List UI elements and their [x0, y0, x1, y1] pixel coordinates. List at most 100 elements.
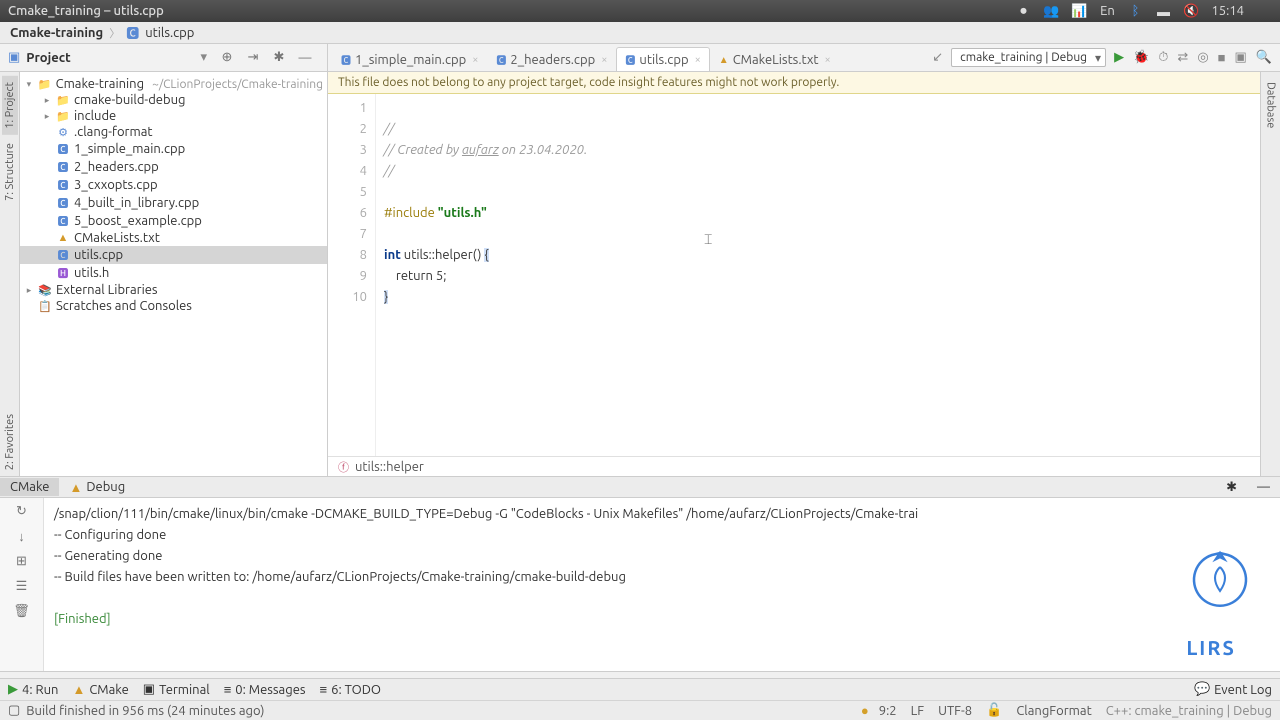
arrow-icon[interactable]: ▸: [24, 285, 34, 296]
debug-icon[interactable]: 🐞: [1133, 50, 1149, 65]
status-cmake[interactable]: ▲CMake: [72, 682, 128, 697]
breadcrumb-bar: Cmake-training 〉 🅲 utils.cpp: [0, 22, 1280, 44]
down-icon[interactable]: ↓: [18, 529, 25, 544]
build-config-select[interactable]: cmake_training | Debug: [951, 48, 1106, 67]
chevron-down-icon[interactable]: ▾: [200, 50, 207, 65]
profile-icon[interactable]: ⏱: [1158, 50, 1168, 65]
line-ending[interactable]: LF: [911, 704, 924, 718]
window-title: Cmake_training – utils.cpp: [8, 4, 164, 18]
crumb-label[interactable]: utils::helper: [355, 460, 424, 474]
tree-item[interactable]: 🅲5_boost_example.cpp: [20, 212, 327, 230]
editor-body[interactable]: 12345678910 // // Created by aufarz on 2…: [328, 94, 1260, 456]
item-icon: 🅷: [56, 265, 70, 281]
battery-icon[interactable]: ▬: [1155, 3, 1171, 19]
tree-item[interactable]: ▾📁Cmake-training~/CLionProjects/Cmake-tr…: [20, 76, 327, 92]
file-icon: 🅲: [126, 23, 139, 42]
encoding[interactable]: UTF-8: [938, 704, 972, 718]
tab-cmake[interactable]: CMake: [0, 478, 59, 496]
context[interactable]: C++: cmake_training | Debug: [1106, 704, 1272, 718]
status-todo[interactable]: ≡6: TODO: [320, 682, 381, 697]
editor-tab[interactable]: 🅲utils.cpp×: [616, 47, 709, 71]
arrow-icon[interactable]: ▸: [42, 111, 52, 122]
sync-icon[interactable]: ↙: [932, 50, 943, 65]
cmake-output-panel: ↻ ↓ ⊞ ☰ 🗑 /snap/clion/111/bin/cmake/linu…: [0, 498, 1280, 672]
project-title: Project: [26, 51, 194, 65]
editor-tabs: 🅲1_simple_main.cpp×🅲2_headers.cpp×🅲utils…: [328, 44, 924, 71]
project-tree[interactable]: ▾📁Cmake-training~/CLionProjects/Cmake-tr…: [20, 72, 328, 476]
text-cursor-icon: ⌶: [704, 229, 712, 250]
layout-icon[interactable]: ▣: [1235, 50, 1247, 65]
run-icon[interactable]: ▶: [1114, 50, 1124, 65]
status-terminal[interactable]: ▣Terminal: [143, 682, 210, 697]
apple-icon[interactable]: [1256, 3, 1272, 19]
tree-item[interactable]: 🅲1_simple_main.cpp: [20, 140, 327, 158]
breadcrumb-root[interactable]: Cmake-training: [10, 26, 103, 40]
cursor-pos[interactable]: 9:2: [879, 704, 897, 718]
function-icon: ⓕ: [338, 459, 349, 475]
tab-debug[interactable]: ▲Debug: [59, 478, 135, 497]
record-icon[interactable]: ⏺: [1015, 3, 1031, 19]
read-lock-icon[interactable]: 🔓: [986, 703, 1002, 718]
editor-tab[interactable]: 🅲2_headers.cpp×: [487, 47, 616, 71]
close-icon[interactable]: ×: [601, 54, 607, 66]
tree-item[interactable]: 🅲2_headers.cpp: [20, 158, 327, 176]
search-icon[interactable]: 🔍: [1256, 50, 1272, 65]
item-icon: 🅲: [56, 177, 70, 193]
gear-icon[interactable]: ✱: [1216, 478, 1247, 497]
grid-icon[interactable]: ⊞: [16, 554, 27, 569]
bluetooth-icon[interactable]: ᛒ: [1127, 3, 1143, 19]
left-tool-strip: 1: Project 7: Structure 2: Favorites: [0, 72, 20, 476]
chart-icon[interactable]: 📊: [1071, 3, 1087, 19]
arrow-icon[interactable]: ▾: [24, 79, 34, 90]
hide-icon[interactable]: —: [297, 50, 313, 66]
tree-item[interactable]: 📋Scratches and Consoles: [20, 298, 327, 314]
tree-item[interactable]: ▸📁include: [20, 108, 327, 124]
breadcrumb-file[interactable]: utils.cpp: [145, 26, 194, 40]
tree-item[interactable]: 🅲utils.cpp: [20, 246, 327, 264]
tree-item[interactable]: ▸📚External Libraries: [20, 282, 327, 298]
close-icon[interactable]: ×: [472, 54, 478, 66]
project-panel-header: ▣ Project ▾ ⊕ ⇥ ✱ —: [0, 44, 328, 71]
item-icon: 🅲: [56, 141, 70, 157]
options-icon[interactable]: ☰: [16, 579, 28, 594]
tree-item[interactable]: 🅷utils.h: [20, 264, 327, 282]
file-icon: ▲: [719, 54, 729, 66]
editor-tab[interactable]: 🅲1_simple_main.cpp×: [332, 47, 487, 71]
tree-item[interactable]: ▸📁cmake-build-debug: [20, 92, 327, 108]
target-icon[interactable]: ◎: [1197, 50, 1208, 65]
lang-indicator[interactable]: En: [1099, 3, 1115, 19]
status-indicator[interactable]: ●: [861, 703, 869, 718]
target-icon[interactable]: ⊕: [219, 50, 235, 66]
volume-icon[interactable]: 🔇: [1183, 3, 1199, 19]
tree-item[interactable]: ⚙.clang-format: [20, 124, 327, 140]
tool-tab-structure[interactable]: 7: Structure: [2, 137, 18, 207]
teams-icon[interactable]: 👥: [1043, 3, 1059, 19]
gear-icon[interactable]: ✱: [271, 50, 287, 66]
editor-tab[interactable]: ▲CMakeLists.txt×: [710, 48, 840, 71]
tool-tab-database[interactable]: Database: [1263, 76, 1279, 134]
status-eventlog[interactable]: 💬Event Log: [1194, 682, 1272, 697]
system-tray: ⏺ 👥 📊 En ᛒ ▬ 🔇 15:14: [1015, 3, 1272, 19]
formatter[interactable]: ClangFormat: [1016, 704, 1091, 718]
trash-icon[interactable]: 🗑: [13, 604, 30, 619]
arrow-icon[interactable]: ▸: [42, 95, 52, 106]
tree-item[interactable]: ▲CMakeLists.txt: [20, 230, 327, 246]
collapse-icon[interactable]: ⇥: [245, 50, 261, 66]
attach-icon[interactable]: ⇄: [1177, 50, 1188, 65]
cmake-output[interactable]: /snap/clion/111/bin/cmake/linux/bin/cmak…: [44, 498, 1280, 671]
tool-tab-project[interactable]: 1: Project: [2, 76, 18, 135]
item-icon: ⚙: [56, 126, 70, 139]
clock[interactable]: 15:14: [1211, 4, 1244, 18]
close-icon[interactable]: ×: [695, 54, 701, 66]
hide-icon[interactable]: —: [1247, 478, 1280, 496]
tree-item[interactable]: 🅲4_built_in_library.cpp: [20, 194, 327, 212]
reload-icon[interactable]: ↻: [16, 504, 27, 519]
code-area[interactable]: // // Created by aufarz on 23.04.2020. /…: [376, 94, 1260, 456]
status-bar: ▶4: Run ▲CMake ▣Terminal ≡0: Messages ≡6…: [0, 678, 1280, 700]
close-icon[interactable]: ×: [825, 54, 831, 66]
status-run[interactable]: ▶4: Run: [8, 682, 58, 697]
stop-icon[interactable]: ■: [1218, 50, 1226, 65]
status-messages[interactable]: ≡0: Messages: [224, 682, 306, 697]
tree-item[interactable]: 🅲3_cxxopts.cpp: [20, 176, 327, 194]
tool-tab-favorites[interactable]: 2: Favorites: [2, 408, 18, 476]
